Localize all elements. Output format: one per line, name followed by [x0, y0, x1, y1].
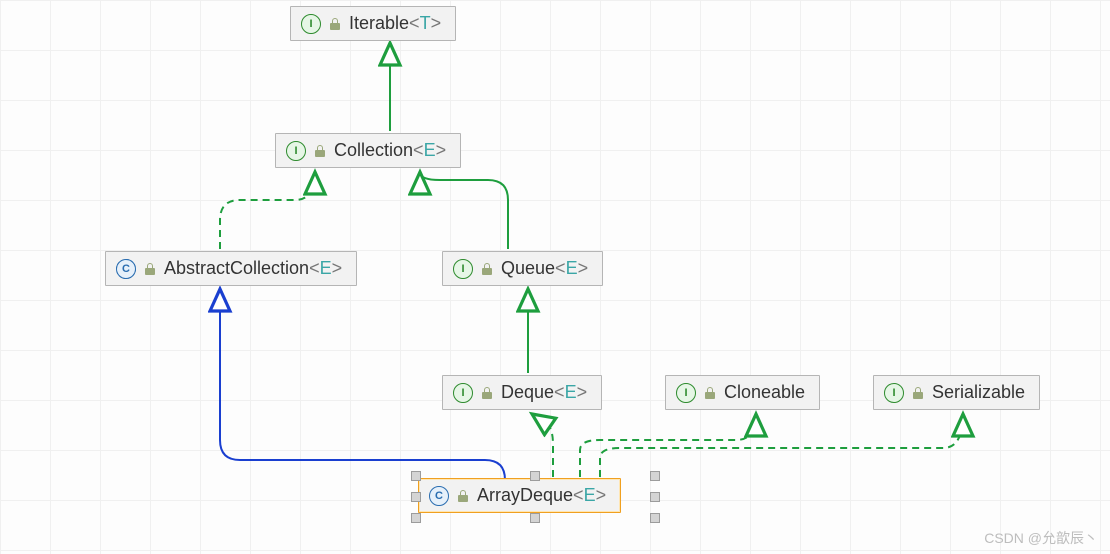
resize-handle[interactable]	[530, 513, 540, 523]
node-label: ArrayDeque<E>	[477, 485, 606, 506]
resize-handle[interactable]	[530, 471, 540, 481]
node-label: Iterable<T>	[349, 13, 441, 34]
node-label: AbstractCollection<E>	[164, 258, 342, 279]
node-iterable[interactable]: I Iterable<T>	[290, 6, 456, 41]
node-queue[interactable]: I Queue<E>	[442, 251, 603, 286]
watermark: CSDN @允歆辰丶	[984, 528, 1098, 548]
resize-handle[interactable]	[411, 471, 421, 481]
abstract-class-icon: C	[116, 259, 136, 279]
lock-icon	[912, 387, 924, 399]
node-arraydeque[interactable]: C ArrayDeque<E>	[418, 478, 621, 513]
lock-icon	[329, 18, 341, 30]
resize-handle[interactable]	[411, 492, 421, 502]
lock-icon	[481, 387, 493, 399]
lock-icon	[704, 387, 716, 399]
lock-icon	[481, 263, 493, 275]
node-label: Queue<E>	[501, 258, 588, 279]
class-icon: C	[429, 486, 449, 506]
resize-handle[interactable]	[650, 492, 660, 502]
node-label: Serializable	[932, 382, 1025, 403]
interface-icon: I	[884, 383, 904, 403]
lock-icon	[314, 145, 326, 157]
resize-handle[interactable]	[650, 471, 660, 481]
node-collection[interactable]: I Collection<E>	[275, 133, 461, 168]
resize-handle[interactable]	[411, 513, 421, 523]
interface-icon: I	[301, 14, 321, 34]
interface-icon: I	[286, 141, 306, 161]
node-label: Collection<E>	[334, 140, 446, 161]
interface-icon: I	[453, 383, 473, 403]
node-label: Deque<E>	[501, 382, 587, 403]
lock-icon	[457, 490, 469, 502]
lock-icon	[144, 263, 156, 275]
node-serializable[interactable]: I Serializable	[873, 375, 1040, 410]
node-cloneable[interactable]: I Cloneable	[665, 375, 820, 410]
interface-icon: I	[676, 383, 696, 403]
resize-handle[interactable]	[650, 513, 660, 523]
node-abstractcollection[interactable]: C AbstractCollection<E>	[105, 251, 357, 286]
node-label: Cloneable	[724, 382, 805, 403]
node-deque[interactable]: I Deque<E>	[442, 375, 602, 410]
interface-icon: I	[453, 259, 473, 279]
